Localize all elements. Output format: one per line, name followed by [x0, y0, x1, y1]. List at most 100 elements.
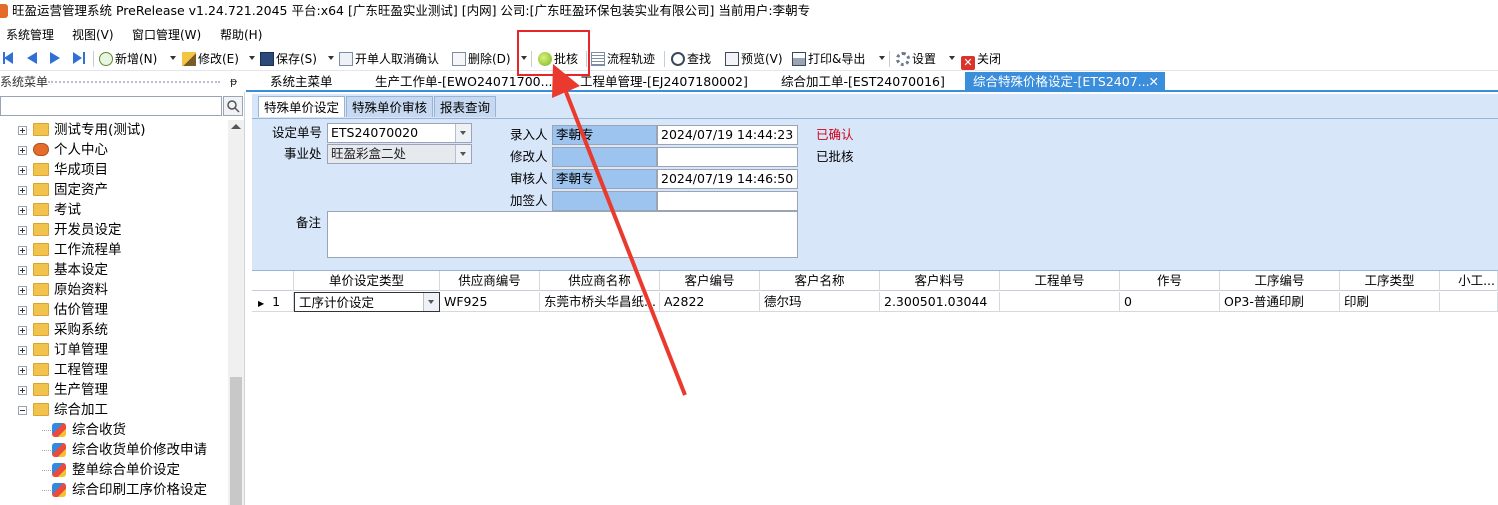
expand-icon[interactable] [18, 286, 27, 295]
tree-item[interactable]: 工作流程单 [0, 240, 228, 260]
expand-icon[interactable] [18, 326, 27, 335]
expand-icon[interactable] [18, 146, 27, 155]
last-record-icon[interactable] [73, 52, 82, 64]
close-button[interactable]: ✕ 关闭 [961, 49, 1001, 70]
tab-engineering-order[interactable]: 工程单管理-[EJ2407180002] [580, 72, 748, 92]
chevron-down-icon[interactable] [423, 293, 439, 311]
col-header-small-work[interactable]: 小工... [1440, 271, 1498, 291]
tree-item[interactable]: 综合印刷工序价格设定 [0, 480, 228, 500]
tree-item[interactable]: 固定资产 [0, 180, 228, 200]
tree-item[interactable]: 工程管理 [0, 360, 228, 380]
expand-icon[interactable] [18, 206, 27, 215]
settings-dropdown-icon[interactable] [949, 56, 955, 60]
expand-icon[interactable] [18, 126, 27, 135]
table-row[interactable]: ▶ 1 工序计价设定 WF925 东莞市桥头华昌纸... A2822 德尔玛 2… [252, 292, 1498, 312]
cell-customer-no[interactable]: A2822 [660, 292, 760, 312]
col-header-supplier-no[interactable]: 供应商编号 [440, 271, 540, 291]
tree-item[interactable]: 综合收货 [0, 420, 228, 440]
expand-icon[interactable] [18, 366, 27, 375]
menu-system[interactable]: 系统管理 [6, 24, 54, 46]
expand-icon[interactable] [18, 226, 27, 235]
tab-special-price[interactable]: 综合特殊价格设定-[ETS2407... ✕ [965, 72, 1165, 92]
save-button[interactable]: 保存(S) [260, 49, 317, 69]
scroll-up-icon[interactable] [231, 124, 241, 129]
expand-icon[interactable] [18, 246, 27, 255]
chevron-down-icon[interactable] [455, 145, 471, 163]
col-header-engineering-no[interactable]: 工程单号 [1000, 271, 1120, 291]
next-record-icon[interactable] [50, 52, 60, 64]
tree-item[interactable]: 考试 [0, 200, 228, 220]
tree-item[interactable]: 原始资料 [0, 280, 228, 300]
tree-item[interactable]: 华成项目 [0, 160, 228, 180]
col-header-customer-name[interactable]: 客户名称 [760, 271, 880, 291]
tree-item[interactable]: 综合收货单价修改申请 [0, 440, 228, 460]
preview-button[interactable]: 预览(V) [725, 49, 783, 69]
division-combo[interactable]: 旺盈彩盒二处 [327, 144, 472, 164]
col-header-work-no[interactable]: 作号 [1120, 271, 1220, 291]
cell-price-type[interactable]: 工序计价设定 [294, 292, 440, 312]
edit-button[interactable]: 修改(E) [182, 49, 239, 69]
col-header-process-type[interactable]: 工序类型 [1340, 271, 1440, 291]
tree-item[interactable]: 整单综合单价设定 [0, 460, 228, 480]
tree-item[interactable]: 综合加工 [0, 400, 228, 420]
expand-icon[interactable] [18, 306, 27, 315]
col-header-price-type[interactable]: 单价设定类型 [294, 271, 440, 291]
tree-item[interactable]: 估价管理 [0, 300, 228, 320]
cell-customer-part[interactable]: 2.300501.03044 [880, 292, 1000, 312]
subtab-special-price[interactable]: 特殊单价设定 [258, 96, 346, 117]
cell-supplier-name[interactable]: 东莞市桥头华昌纸... [540, 292, 660, 312]
cell-supplier-no[interactable]: WF925 [440, 292, 540, 312]
expand-icon[interactable] [18, 346, 27, 355]
subtab-report-query[interactable]: 报表查询 [434, 96, 497, 117]
expand-icon[interactable] [18, 386, 27, 395]
cancel-confirm-button[interactable]: 开单人取消确认 [339, 49, 439, 69]
cell-customer-name[interactable]: 德尔玛 [760, 292, 880, 312]
print-export-button[interactable]: 打印&导出 [792, 49, 865, 69]
delete-button[interactable]: 删除(D) [452, 49, 511, 69]
tree-item[interactable]: 基本设定 [0, 260, 228, 280]
chevron-down-icon[interactable] [455, 124, 471, 142]
pin-icon[interactable]: ᵽ [230, 72, 237, 92]
tab-processing-order[interactable]: 综合加工单-[EST24070016] [781, 72, 945, 92]
doc-no-combo[interactable]: ETS24070020 [327, 123, 472, 143]
tree-item[interactable]: 个人中心 [0, 140, 228, 160]
flow-trace-button[interactable]: 流程轨迹 [591, 49, 655, 69]
cell-engineering-no[interactable] [1000, 292, 1120, 312]
tree-item[interactable]: 生产管理 [0, 380, 228, 400]
tree-scroll-thumb[interactable] [230, 377, 242, 505]
tree-item[interactable]: 采购系统 [0, 320, 228, 340]
col-header-process-no[interactable]: 工序编号 [1220, 271, 1340, 291]
edit-dropdown-icon[interactable] [249, 56, 255, 60]
first-record-icon[interactable] [4, 52, 13, 64]
new-button[interactable]: 新增(N) [99, 49, 157, 69]
menu-help[interactable]: 帮助(H) [220, 24, 262, 46]
subtab-price-review[interactable]: 特殊单价审核 [346, 96, 434, 117]
tab-close-icon[interactable]: ✕ [1149, 72, 1159, 92]
find-button[interactable]: 查找 [671, 49, 711, 69]
save-dropdown-icon[interactable] [328, 56, 334, 60]
menu-window[interactable]: 窗口管理(W) [132, 24, 201, 46]
collapse-icon[interactable] [18, 406, 27, 415]
menu-view[interactable]: 视图(V) [72, 24, 114, 46]
search-button[interactable] [223, 96, 243, 116]
tree-item[interactable]: 订单管理 [0, 340, 228, 360]
settings-button[interactable]: 设置 [896, 49, 936, 69]
expand-icon[interactable] [18, 266, 27, 275]
cell-process-no[interactable]: OP3-普通印刷 [1220, 292, 1340, 312]
prev-record-icon[interactable] [27, 52, 37, 64]
cell-process-type[interactable]: 印刷 [1340, 292, 1440, 312]
new-dropdown-icon[interactable] [170, 56, 176, 60]
tree-item[interactable]: 开发员设定 [0, 220, 228, 240]
tab-main-menu[interactable]: 系统主菜单 [270, 72, 333, 92]
col-header-customer-no[interactable]: 客户编号 [660, 271, 760, 291]
col-header-customer-part[interactable]: 客户料号 [880, 271, 1000, 291]
expand-icon[interactable] [18, 186, 27, 195]
remark-textarea[interactable] [327, 211, 798, 258]
col-header-supplier-name[interactable]: 供应商名称 [540, 271, 660, 291]
menu-search-input[interactable] [0, 96, 222, 116]
cell-small-work[interactable] [1440, 292, 1498, 312]
cell-work-no[interactable]: 0 [1120, 292, 1220, 312]
print-dropdown-icon[interactable] [879, 56, 885, 60]
tree-item[interactable]: 测试专用(测试) [0, 120, 228, 140]
expand-icon[interactable] [18, 166, 27, 175]
